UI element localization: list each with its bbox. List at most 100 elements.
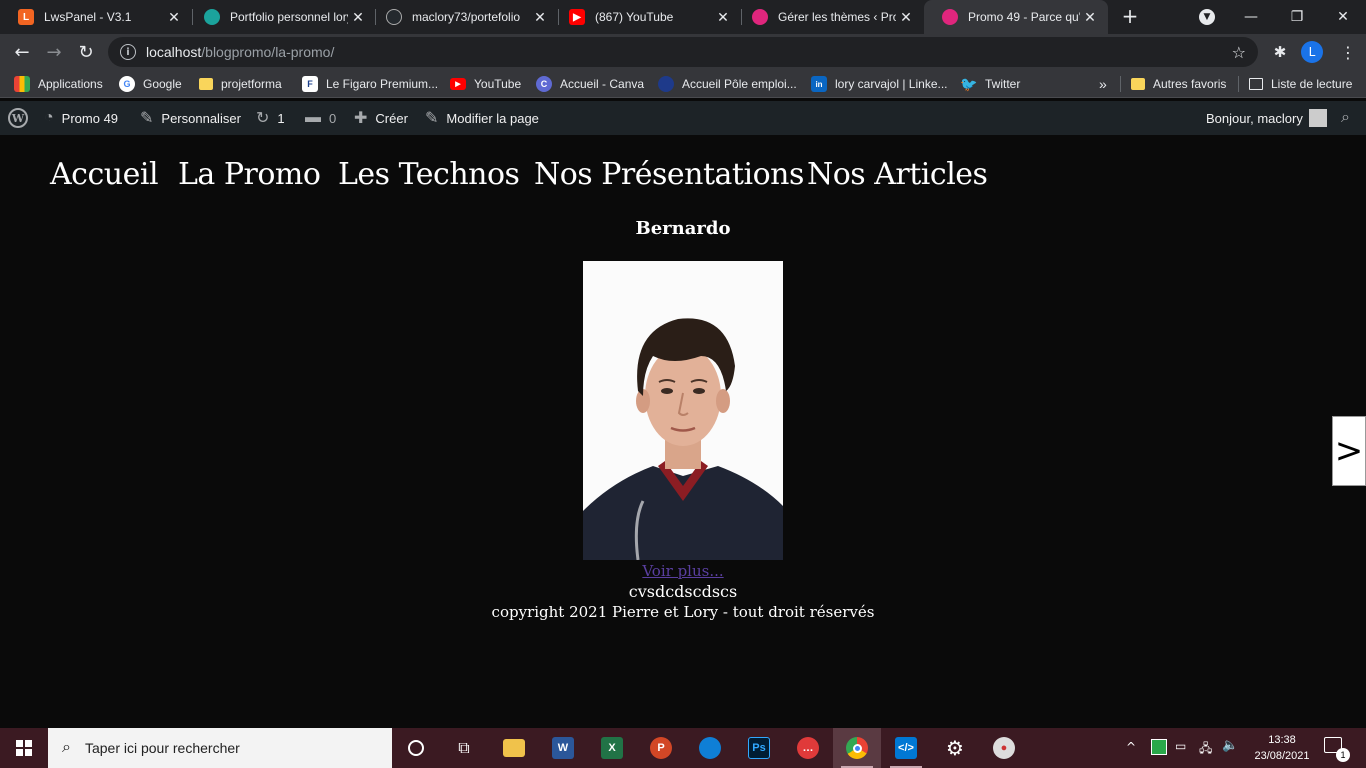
photoshop-icon[interactable]: Ps: [735, 728, 783, 768]
tab-title: (867) YouTube: [595, 10, 674, 24]
tab-youtube[interactable]: ▶ (867) YouTube ✕: [551, 0, 741, 34]
bookmark-pole-emploi[interactable]: Accueil Pôle emploi...: [658, 70, 797, 98]
new-tab-button[interactable]: +: [1118, 4, 1142, 30]
admin-site-name[interactable]: ◔ Promo 49: [44, 101, 118, 135]
close-window-icon[interactable]: ✕: [1320, 0, 1366, 34]
admin-customize[interactable]: ✎ Personnaliser: [140, 101, 241, 135]
voir-plus-link[interactable]: Voir plus...: [0, 562, 1366, 580]
bookmark-projetforma[interactable]: projetforma: [199, 70, 282, 98]
nav-accueil[interactable]: Accueil: [50, 157, 159, 192]
close-tab-icon[interactable]: ✕: [348, 9, 368, 26]
tab-promo49[interactable]: Promo 49 - Parce qu'on ✕: [924, 0, 1108, 34]
nav-nos-articles[interactable]: Nos Articles: [807, 157, 988, 192]
bookmark-google[interactable]: G Google: [119, 70, 182, 98]
bookmark-star-icon[interactable]: ☆: [1232, 43, 1246, 62]
vscode-icon[interactable]: </>: [882, 728, 930, 768]
tab-github[interactable]: maclory73/portefolio ✕: [368, 0, 558, 34]
pencil-icon: ✎: [425, 110, 439, 127]
reload-icon[interactable]: ↻: [72, 38, 100, 66]
forward-icon[interactable]: →: [40, 38, 68, 66]
close-tab-icon[interactable]: ✕: [1080, 9, 1100, 26]
tab-search-icon[interactable]: ▼: [1199, 9, 1215, 25]
windows-start-icon[interactable]: [0, 728, 48, 768]
cortana-icon[interactable]: [392, 728, 440, 768]
bookmarks-divider: [1120, 76, 1121, 92]
bookmark-liste-lecture[interactable]: Liste de lecture: [1249, 70, 1352, 98]
settings-gear-icon[interactable]: ⚙: [931, 728, 979, 768]
clock-date: 23/08/2021: [1254, 750, 1310, 762]
bookmark-twitter[interactable]: 🐦 Twitter: [960, 70, 1020, 98]
clock[interactable]: 13:38 23/08/2021: [1244, 732, 1320, 764]
tray-app-icon[interactable]: [1151, 739, 1167, 755]
minimize-icon[interactable]: —: [1228, 0, 1274, 34]
bookmark-applications[interactable]: Applications: [14, 70, 103, 98]
taskbar-search-input[interactable]: ⌕ Taper ici pour rechercher: [48, 728, 392, 768]
paint-icon[interactable]: ●: [980, 728, 1028, 768]
extensions-icon[interactable]: ✱: [1266, 38, 1294, 66]
bookmark-label: Liste de lecture: [1271, 77, 1353, 91]
task-view-icon[interactable]: ⧉: [440, 728, 488, 768]
clock-time: 13:38: [1268, 734, 1296, 746]
back-icon[interactable]: ←: [8, 38, 36, 66]
nav-nos-presentations[interactable]: Nos Présentations: [534, 157, 804, 192]
search-placeholder: Taper ici pour rechercher: [84, 740, 240, 756]
url-text[interactable]: localhost/blogpromo/la-promo/: [146, 44, 334, 60]
pole-emploi-icon: [658, 76, 674, 92]
bookmark-youtube[interactable]: ▶ YouTube: [450, 70, 521, 98]
admin-comments[interactable]: ▬ 0: [305, 101, 336, 135]
plus-icon: ✚: [354, 110, 368, 127]
bookmark-label: YouTube: [474, 77, 522, 91]
tray-chevron-up-icon[interactable]: ^: [1126, 740, 1136, 754]
bookmark-figaro[interactable]: F Le Figaro Premium...: [302, 70, 438, 98]
excel-icon[interactable]: X: [588, 728, 636, 768]
bookmark-canva[interactable]: C Accueil - Canva: [536, 70, 644, 98]
menu-kebab-icon[interactable]: ⋮: [1334, 38, 1362, 66]
github-favicon-icon: [386, 9, 402, 25]
tab-title: Gérer les thèmes ‹ Promo: [778, 10, 896, 24]
edit-page-label: Modifier la page: [446, 110, 539, 126]
windows-taskbar: ⌕ Taper ici pour rechercher ⧉ W X P Ps ……: [0, 728, 1366, 768]
create-label: Créer: [375, 110, 408, 126]
tab-portfolio[interactable]: Portfolio personnel lory ✕: [186, 0, 376, 34]
profile-avatar[interactable]: L: [1301, 41, 1323, 63]
google-icon: G: [119, 76, 135, 92]
tab-title: LwsPanel - V3.1: [44, 10, 132, 24]
bookmark-label: Accueil Pôle emploi...: [682, 77, 797, 91]
powerpoint-icon[interactable]: P: [637, 728, 685, 768]
next-arrow-button[interactable]: >: [1332, 416, 1366, 486]
network-icon[interactable]: 🖧: [1199, 739, 1212, 760]
admin-updates[interactable]: ↻ 1: [256, 101, 285, 135]
figaro-icon: F: [302, 76, 318, 92]
search-icon: ⌕: [62, 739, 71, 756]
file-explorer-icon[interactable]: [490, 728, 538, 768]
admin-create[interactable]: ✚ Créer: [354, 101, 408, 135]
tab-gerer-themes[interactable]: Gérer les thèmes ‹ Promo ✕: [734, 0, 924, 34]
tab-lwspanel[interactable]: L LwsPanel - V3.1 ✕: [0, 0, 192, 34]
bookmark-autres-favoris[interactable]: Autres favoris: [1131, 70, 1226, 98]
battery-icon[interactable]: ▭: [1175, 739, 1186, 753]
search-icon[interactable]: ⌕: [1341, 101, 1350, 135]
admin-account[interactable]: Bonjour, maclory: [1206, 101, 1327, 135]
greeting-label: Bonjour, maclory: [1206, 110, 1303, 126]
address-bar[interactable]: i localhost/blogpromo/la-promo/ ☆: [108, 37, 1258, 67]
close-tab-icon[interactable]: ✕: [713, 9, 733, 26]
bookmarks-overflow-icon[interactable]: »: [1099, 70, 1107, 98]
edge-icon[interactable]: [686, 728, 734, 768]
close-tab-icon[interactable]: ✕: [896, 9, 916, 26]
restore-icon[interactable]: ❐: [1274, 0, 1320, 34]
tab-title: Promo 49 - Parce qu'on: [968, 10, 1080, 24]
comments-count: 0: [329, 110, 337, 126]
close-tab-icon[interactable]: ✕: [530, 9, 550, 26]
wordpress-logo-icon[interactable]: W: [8, 101, 28, 135]
word-icon[interactable]: W: [539, 728, 587, 768]
bookmark-linkedin[interactable]: in lory carvajol | Linke...: [811, 70, 948, 98]
chrome-icon[interactable]: [833, 728, 881, 768]
volume-icon[interactable]: 🔈: [1222, 738, 1238, 753]
close-tab-icon[interactable]: ✕: [164, 9, 184, 26]
nav-la-promo[interactable]: La Promo: [178, 157, 321, 192]
updates-icon: ↻: [256, 110, 270, 127]
admin-edit-page[interactable]: ✎ Modifier la page: [425, 101, 539, 135]
site-info-icon[interactable]: i: [120, 44, 136, 60]
nav-les-technos[interactable]: Les Technos: [338, 157, 520, 192]
chat-app-icon[interactable]: …: [784, 728, 832, 768]
